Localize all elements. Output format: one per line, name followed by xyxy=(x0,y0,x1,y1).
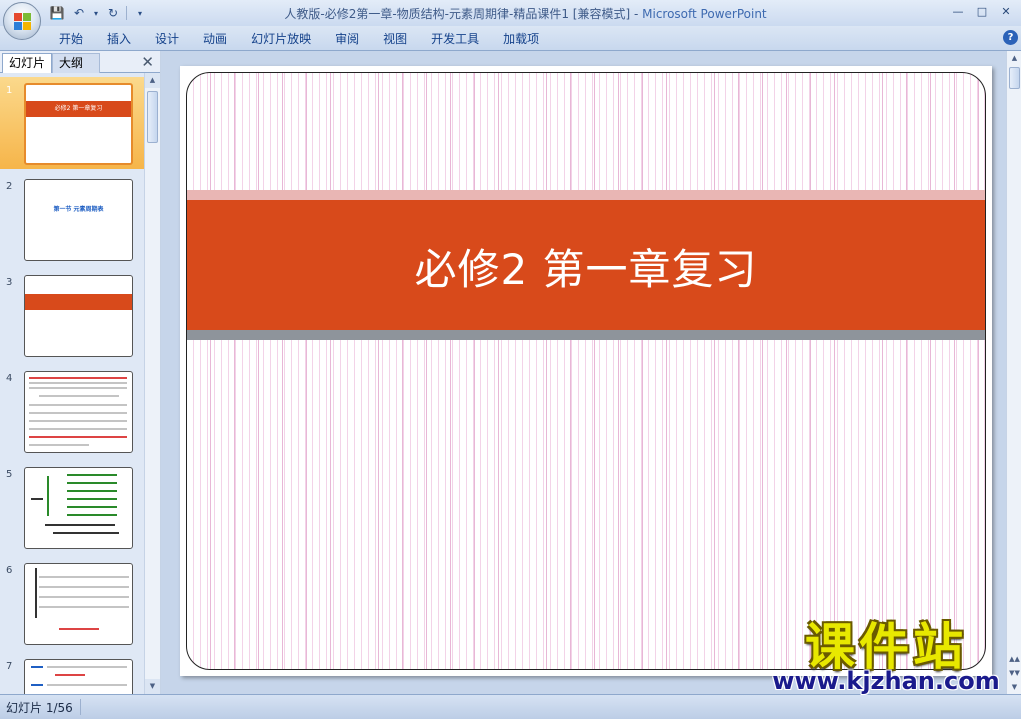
slide-frame: 必修2 第一章复习 xyxy=(186,72,986,670)
slide-preview xyxy=(24,659,133,694)
slide-preview: 第一节 元素周期表 xyxy=(24,179,133,261)
slide-preview xyxy=(24,467,133,549)
slide-thumbnail-3[interactable]: 3 xyxy=(0,269,144,361)
editor-scrollbar[interactable]: ▲ ▲▲ ▼▼ ▼ xyxy=(1006,51,1021,694)
office-logo-icon xyxy=(14,13,32,31)
maximize-icon[interactable]: □ xyxy=(971,2,993,20)
tab-design[interactable]: 设计 xyxy=(143,30,191,48)
tab-view[interactable]: 视图 xyxy=(371,30,419,48)
ribbon-tabs: 开始 插入 设计 动画 幻灯片放映 审阅 视图 开发工具 加载项 ? xyxy=(0,26,1021,51)
slide-preview-title: 第一节 元素周期表 xyxy=(53,206,104,213)
slide-number: 1 xyxy=(6,85,13,96)
close-icon[interactable]: ✕ xyxy=(995,2,1017,20)
tab-home[interactable]: 开始 xyxy=(47,30,95,48)
status-divider xyxy=(80,699,81,715)
slide-thumbnail-4[interactable]: 4 xyxy=(0,365,144,457)
slide-thumbnail-1[interactable]: 1 必修2 第一章复习 xyxy=(0,77,144,169)
slide-number: 7 xyxy=(6,661,13,672)
watermark-url: www.kjzhan.com xyxy=(772,667,1000,695)
panel-tabs: 幻灯片 大纲 ✕ xyxy=(0,51,160,73)
slide-thumbnail-5[interactable]: 5 xyxy=(0,461,144,553)
title-bar: 💾 ↶ ▾ ↻ ▾ 人教版-必修2第一章-物质结构-元素周期律-精品课件1 [兼… xyxy=(0,0,1021,26)
slide-thumbnail-6[interactable]: 6 xyxy=(0,557,144,649)
slide-number: 4 xyxy=(6,373,13,384)
title-stripe-top xyxy=(187,190,985,200)
tab-review[interactable]: 审阅 xyxy=(323,30,371,48)
close-panel-icon[interactable]: ✕ xyxy=(141,53,154,71)
slide-number: 6 xyxy=(6,565,13,576)
slide-preview-title: 必修2 第一章复习 xyxy=(26,101,131,117)
slide-thumbnail-7[interactable]: 7 xyxy=(0,653,144,694)
slide-number: 2 xyxy=(6,181,13,192)
tab-slideshow[interactable]: 幻灯片放映 xyxy=(239,30,323,48)
title-separator: - xyxy=(630,7,643,21)
scroll-up-icon[interactable]: ▲ xyxy=(1007,51,1021,65)
slide-preview xyxy=(24,371,133,453)
slide-preview-band xyxy=(25,294,132,310)
slide-thumbnail-2[interactable]: 2 第一节 元素周期表 xyxy=(0,173,144,265)
minimize-icon[interactable]: — xyxy=(947,2,969,20)
tab-slides[interactable]: 幻灯片 xyxy=(2,53,52,73)
window-controls: — □ ✕ xyxy=(947,2,1017,20)
help-icon[interactable]: ? xyxy=(1003,30,1018,45)
application-name: Microsoft PowerPoint xyxy=(642,7,767,21)
tab-addins[interactable]: 加载项 xyxy=(491,30,551,48)
scrollbar-thumb[interactable] xyxy=(1009,67,1020,89)
slide-preview xyxy=(24,275,133,357)
scroll-down-icon[interactable]: ▼ xyxy=(145,679,160,694)
document-title: 人教版-必修2第一章-物质结构-元素周期律-精品课件1 [兼容模式] xyxy=(284,7,631,21)
thumbnails-scrollbar[interactable]: ▲ ▼ xyxy=(144,73,160,694)
watermark-logo: 课件站 www.kjzhan.com xyxy=(768,618,1004,694)
tab-developer[interactable]: 开发工具 xyxy=(419,30,491,48)
office-button[interactable] xyxy=(3,2,41,40)
slide-number: 3 xyxy=(6,277,13,288)
slides-panel: 幻灯片 大纲 ✕ 1 必修2 第一章复习 2 第一节 元素周期表 3 4 5 6… xyxy=(0,51,160,694)
slide-number: 5 xyxy=(6,469,13,480)
slide-preview: 必修2 第一章复习 xyxy=(24,83,133,165)
scroll-up-icon[interactable]: ▲ xyxy=(145,73,160,88)
next-slide-icon[interactable]: ▼▼ xyxy=(1007,666,1021,680)
tab-animations[interactable]: 动画 xyxy=(191,30,239,48)
tab-insert[interactable]: 插入 xyxy=(95,30,143,48)
window-title: 人教版-必修2第一章-物质结构-元素周期律-精品课件1 [兼容模式] - Mic… xyxy=(0,5,1021,22)
status-bar: 幻灯片 1/56 xyxy=(0,694,1021,719)
scroll-down-icon[interactable]: ▼ xyxy=(1007,680,1021,694)
slide-title[interactable]: 必修2 第一章复习 xyxy=(187,236,985,297)
scrollbar-thumb[interactable] xyxy=(147,91,158,143)
tab-outline[interactable]: 大纲 xyxy=(52,53,100,73)
slide-counter: 幻灯片 1/56 xyxy=(6,701,73,715)
previous-slide-icon[interactable]: ▲▲ xyxy=(1007,652,1021,666)
title-stripe-bottom xyxy=(187,330,985,340)
current-slide[interactable]: 必修2 第一章复习 xyxy=(180,66,992,676)
slide-preview xyxy=(24,563,133,645)
slide-thumbnails: 1 必修2 第一章复习 2 第一节 元素周期表 3 4 5 6 7 xyxy=(0,73,144,694)
